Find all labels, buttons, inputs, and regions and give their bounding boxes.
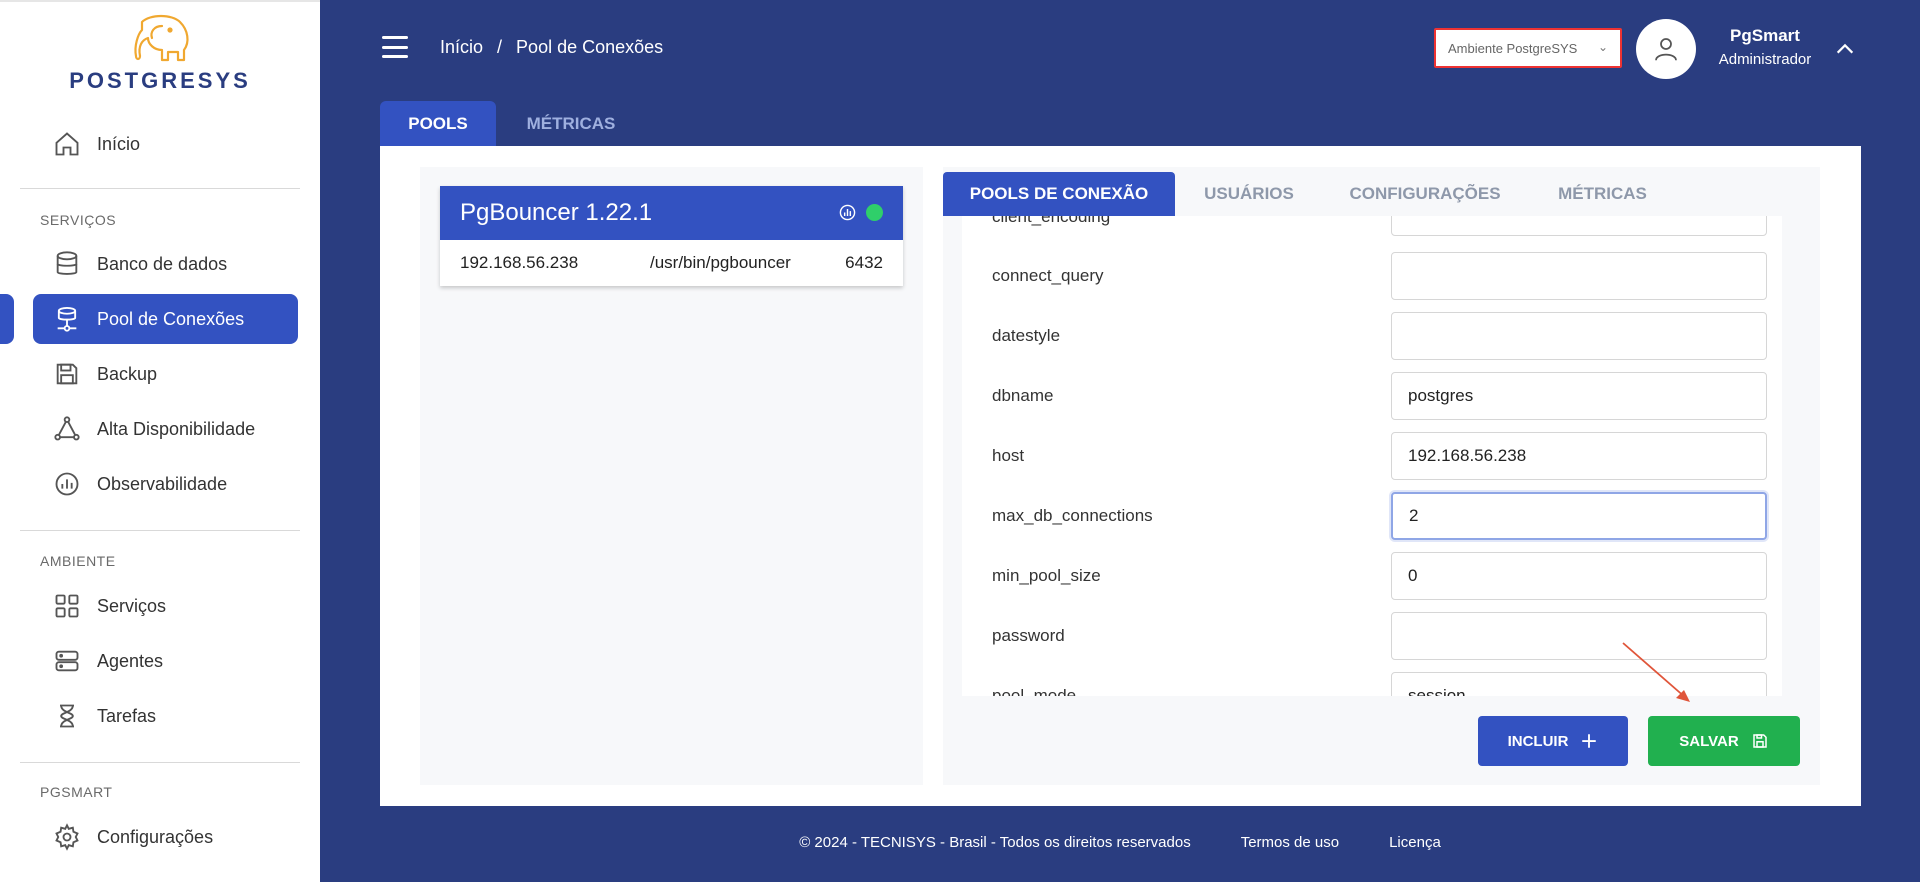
save-icon [56, 363, 78, 385]
user-icon [1655, 38, 1677, 61]
divider [20, 762, 300, 763]
sidebar-item-label: Backup [97, 363, 158, 384]
tab-metrics[interactable]: MÉTRICAS [506, 101, 636, 146]
sidebar-item-home[interactable]: Início [33, 119, 298, 169]
field-input[interactable] [1391, 312, 1767, 360]
sidebar-item-label: Agentes [97, 650, 164, 671]
sidebar-item-tasks[interactable]: Tarefas [33, 691, 298, 741]
section-label-pgsmart: PGSMART [40, 784, 113, 800]
field-label: max_db_connections [992, 506, 1153, 525]
pool-config-form[interactable]: client_encoding connect_query datestyle … [962, 216, 1782, 696]
connection-pool-icon [57, 306, 77, 332]
sidebar-item-label: Início [97, 133, 141, 154]
database-icon [56, 251, 78, 275]
save-button[interactable]: SALVAR [1648, 716, 1800, 766]
triangle-network-icon [54, 416, 80, 441]
field-label: host [992, 446, 1025, 465]
tab-pools[interactable]: POOLS [380, 101, 496, 146]
sidebar-item-label: Alta Disponibilidade [97, 418, 256, 439]
pool-title: PgBouncer 1.22.1 [460, 199, 653, 226]
user-name: PgSmart [1730, 26, 1800, 45]
sidebar-item-label: Tarefas [97, 705, 157, 726]
pool-card-header: PgBouncer 1.22.1 [440, 186, 903, 240]
chevron-up-icon[interactable] [1834, 38, 1856, 60]
field-input[interactable] [1391, 612, 1767, 660]
field-label: datestyle [992, 326, 1061, 345]
elephant-logo-icon [134, 14, 189, 62]
tab-configurations[interactable]: CONFIGURAÇÕES [1340, 172, 1510, 216]
sidebar-item-label: Observabilidade [97, 473, 228, 494]
pool-port: 6432 [845, 253, 883, 272]
footer-copyright: © 2024 - TECNISYS - Brasil - Todos os di… [799, 834, 1191, 851]
save-button-label: SALVAR [1679, 732, 1739, 750]
chevron-down-icon: ⌄ [1597, 40, 1608, 54]
sidebar-item-services[interactable]: Serviços [33, 581, 298, 631]
annotation-arrow-icon [1622, 642, 1690, 702]
sidebar-item-agents[interactable]: Agentes [33, 636, 298, 686]
pool-path: /usr/bin/pgbouncer [650, 253, 791, 272]
metrics-icon[interactable] [839, 204, 856, 221]
user-role: Administrador [1718, 51, 1812, 68]
divider [20, 188, 300, 189]
pool-host: 192.168.56.238 [460, 253, 579, 272]
sidebar-item-label: Banco de dados [97, 253, 228, 274]
active-indicator [0, 294, 14, 344]
field-label: password [992, 626, 1065, 645]
sidebar: POSTGRESYS Início SERVIÇOS Banco de dado… [0, 0, 320, 882]
avatar[interactable] [1636, 19, 1696, 79]
field-input[interactable]: 192.168.56.238 [1391, 432, 1767, 480]
field-label: pool_mode [992, 686, 1077, 696]
pool-card[interactable]: PgBouncer 1.22.1 192.168.56.238 /usr/bin… [440, 186, 903, 286]
field-select[interactable]: session [1391, 672, 1767, 696]
tab-users[interactable]: USUÁRIOS [1190, 172, 1308, 216]
status-online-indicator [866, 204, 883, 221]
breadcrumb: Início / Pool de Conexões [440, 37, 663, 58]
grid-icon [55, 594, 79, 618]
divider [20, 530, 300, 531]
breadcrumb-current: Pool de Conexões [516, 37, 664, 57]
sidebar-item-label: Serviços [97, 595, 167, 616]
sidebar-item-connection-pool[interactable]: Pool de Conexões [33, 294, 298, 344]
footer-terms-link[interactable]: Termos de uso [1241, 834, 1339, 851]
server-icon [55, 650, 79, 672]
logo-text: POSTGRESYS [69, 68, 251, 93]
field-label: min_pool_size [992, 566, 1101, 585]
include-button-label: INCLUIR [1507, 732, 1569, 750]
breadcrumb-separator: / [497, 37, 503, 57]
floppy-icon [1752, 734, 1767, 748]
chart-circle-icon [55, 472, 79, 496]
footer: © 2024 - TECNISYS - Brasil - Todos os di… [0, 834, 1920, 851]
environment-select[interactable]: Ambiente PostgreSYS ⌄ [1434, 28, 1622, 68]
sidebar-item-label: Pool de Conexões [97, 308, 245, 329]
sidebar-item-high-availability[interactable]: Alta Disponibilidade [33, 404, 298, 454]
sidebar-item-backup[interactable]: Backup [33, 349, 298, 399]
footer-license-link[interactable]: Licença [1389, 834, 1441, 851]
field-input[interactable]: postgres [1391, 372, 1767, 420]
section-label-environment: AMBIENTE [40, 553, 116, 569]
menu-toggle-button[interactable] [382, 36, 408, 58]
field-label: dbname [992, 386, 1054, 405]
logo: POSTGRESYS [50, 12, 270, 93]
field-label: connect_query [992, 266, 1104, 285]
include-button[interactable]: INCLUIR [1478, 716, 1628, 766]
environment-select-value: Ambiente PostgreSYS [1448, 40, 1578, 56]
plus-icon [1582, 734, 1597, 748]
section-label-services: SERVIÇOS [40, 212, 117, 228]
sidebar-item-databases[interactable]: Banco de dados [33, 239, 298, 289]
tab-connection-pools[interactable]: POOLS DE CONEXÃO [943, 172, 1175, 216]
breadcrumb-home-link[interactable]: Início [440, 37, 483, 58]
pool-card-body: 192.168.56.238 /usr/bin/pgbouncer 6432 [440, 240, 903, 286]
tab-inner-metrics[interactable]: MÉTRICAS [1540, 172, 1665, 216]
hourglass-icon [60, 704, 74, 728]
field-input[interactable] [1391, 216, 1767, 236]
field-input[interactable]: 2 [1391, 492, 1767, 540]
field-label: client_encoding [992, 216, 1111, 226]
field-input[interactable] [1391, 252, 1767, 300]
home-icon [55, 132, 79, 156]
field-input[interactable]: 0 [1391, 552, 1767, 600]
sidebar-item-observability[interactable]: Observabilidade [33, 459, 298, 509]
